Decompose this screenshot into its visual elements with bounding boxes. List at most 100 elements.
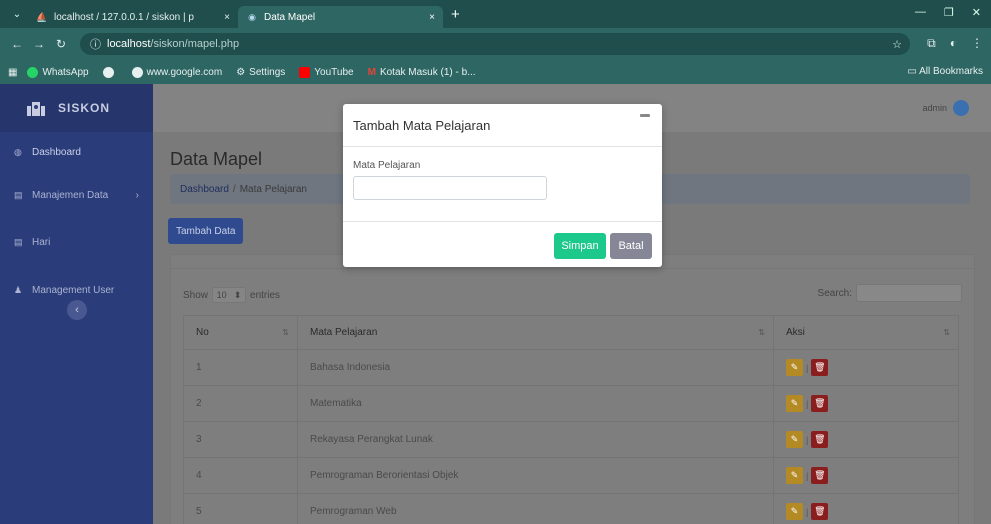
divider: |: [806, 398, 809, 409]
brand-name: SISKON: [58, 101, 111, 115]
new-tab-icon[interactable]: +: [451, 6, 460, 23]
trash-icon[interactable]: 🗑: [811, 395, 829, 412]
table-row: 4 Pemrograman Berorientasi Objek ✎ | 🗑: [183, 457, 959, 494]
whatsapp-icon: [27, 66, 39, 78]
edit-icon[interactable]: ✎: [786, 395, 803, 412]
url-host: localhost: [107, 38, 151, 50]
page-title: Data Mapel: [170, 149, 263, 169]
sidebar-item-hari[interactable]: ▤ Hari: [0, 237, 153, 248]
column-header-aksi[interactable]: Aksi ⇅: [773, 315, 959, 350]
tab-search-icon[interactable]: ⌄: [6, 4, 28, 24]
tab-close-icon[interactable]: ×: [224, 12, 230, 23]
cell-aksi: ✎ | 🗑: [773, 493, 959, 524]
sidebar-item-label: Dashboard: [32, 147, 81, 158]
cell-no: 5: [183, 493, 298, 524]
table-icon: ▤: [14, 237, 23, 247]
forward-icon[interactable]: →: [28, 37, 50, 51]
tab-close-icon[interactable]: ×: [429, 12, 435, 23]
modal-title: Tambah Mata Pelajaran: [353, 117, 491, 133]
phpmyadmin-icon: ⛵: [36, 11, 48, 22]
edit-icon[interactable]: ✎: [786, 431, 803, 448]
reload-icon[interactable]: ↻: [50, 37, 72, 51]
extensions-icon[interactable]: ⧉: [927, 36, 936, 51]
sidebar-item-label: Hari: [32, 237, 51, 248]
sort-icon: ⇅: [943, 328, 950, 337]
bookmark-google[interactable]: www.google.com: [131, 66, 222, 78]
users-icon: ♟: [14, 285, 23, 295]
sort-icon: ⇅: [758, 328, 765, 337]
breadcrumb-separator: /: [232, 183, 236, 195]
sort-icon: ⇅: [282, 328, 289, 337]
bookmark-chrome[interactable]: [102, 66, 118, 78]
menu-icon[interactable]: ⋮: [971, 36, 983, 51]
sidebar-item-label: Manajemen Data: [32, 190, 109, 201]
url-bar[interactable]: ⓘ localhost /siskon/mapel.php ☆: [80, 33, 910, 55]
search-label: Search:: [817, 287, 852, 299]
sidebar-toggle-button[interactable]: ‹: [67, 300, 87, 320]
minimize-icon[interactable]: —: [915, 6, 926, 19]
divider: |: [806, 470, 809, 481]
cell-no: 4: [183, 457, 298, 494]
bookmark-gmail[interactable]: M Kotak Masuk (1) - b...: [368, 67, 476, 78]
chevron-left-icon: ‹: [75, 304, 79, 316]
browser-tab-data-mapel[interactable]: ◉ Data Mapel ×: [238, 6, 443, 28]
browser-tab-phpmyadmin[interactable]: ⛵ localhost / 127.0.0.1 / siskon | p ×: [28, 6, 238, 28]
column-header-mapel[interactable]: Mata Pelajaran ⇅: [297, 315, 774, 350]
cell-mapel: Matematika: [297, 385, 774, 422]
sidebar-item-management-user[interactable]: ♟ Management User: [0, 285, 153, 296]
apps-icon[interactable]: ▦: [8, 67, 17, 78]
search-input[interactable]: [856, 284, 962, 302]
edit-icon[interactable]: ✎: [786, 359, 803, 376]
table-search: Search:: [818, 284, 962, 302]
edit-icon[interactable]: ✎: [786, 503, 803, 520]
folder-icon: ▭: [907, 66, 920, 77]
cell-no: 2: [183, 385, 298, 422]
site-info-icon[interactable]: ⓘ: [90, 36, 101, 52]
cell-aksi: ✎ | 🗑: [773, 457, 959, 494]
cancel-button[interactable]: Batal: [610, 233, 652, 259]
modal-header: Tambah Mata Pelajaran: [343, 104, 662, 147]
profile-icon[interactable]: ◐: [950, 36, 957, 51]
sidebar: SISKON ◍ Dashboard ▤ Manajemen Data › ▤ …: [0, 84, 153, 524]
bookmark-youtube[interactable]: YouTube: [299, 66, 354, 78]
user-name: admin: [922, 103, 947, 113]
sidebar-item-label: Management User: [32, 285, 115, 296]
sidebar-brand[interactable]: SISKON: [0, 84, 153, 132]
close-window-icon[interactable]: ✕: [972, 6, 981, 19]
restore-icon[interactable]: ❐: [944, 6, 954, 19]
sidebar-item-manajemen-data[interactable]: ▤ Manajemen Data ›: [0, 190, 153, 201]
all-bookmarks[interactable]: ▭ All Bookmarks: [907, 66, 983, 77]
cell-mapel: Rekayasa Perangkat Lunak: [297, 421, 774, 458]
entries-length-control: Show 10 ⬍ entries: [183, 287, 280, 303]
column-header-no[interactable]: No ⇅: [183, 315, 298, 350]
user-menu[interactable]: admin: [922, 100, 969, 116]
breadcrumb-home[interactable]: Dashboard: [180, 184, 229, 195]
avatar: [953, 100, 969, 116]
palette-icon: ◍: [14, 147, 22, 157]
table-row: 3 Rekayasa Perangkat Lunak ✎ | 🗑: [183, 421, 959, 458]
trash-icon[interactable]: 🗑: [811, 431, 829, 448]
table-header-row: No ⇅ Mata Pelajaran ⇅ Aksi ⇅: [183, 315, 959, 350]
address-bar-row: ← → ↻ ⓘ localhost /siskon/mapel.php ☆ ⧉ …: [0, 28, 991, 60]
sidebar-item-dashboard[interactable]: ◍ Dashboard: [0, 147, 153, 158]
save-button[interactable]: Simpan: [554, 233, 606, 259]
trash-icon[interactable]: 🗑: [811, 467, 829, 484]
breadcrumb-current: Mata Pelajaran: [239, 183, 307, 195]
trash-icon[interactable]: 🗑: [811, 359, 829, 376]
chrome-icon: [102, 66, 114, 78]
minimize-icon[interactable]: [640, 114, 650, 117]
bookmark-whatsapp[interactable]: WhatsApp: [27, 66, 89, 78]
browser-tab-bar: ⌄ ⛵ localhost / 127.0.0.1 / siskon | p ×…: [0, 0, 991, 28]
gear-icon: ⚙: [236, 66, 246, 78]
bookmark-settings[interactable]: ⚙ Settings: [236, 67, 285, 78]
mapel-name-input[interactable]: [353, 176, 547, 200]
bookmark-star-icon[interactable]: ☆: [892, 38, 902, 51]
trash-icon[interactable]: 🗑: [811, 503, 829, 520]
select-arrows-icon: ⬍: [233, 289, 242, 300]
cell-aksi: ✎ | 🗑: [773, 385, 959, 422]
entries-select[interactable]: 10 ⬍: [212, 287, 247, 303]
table-row: 1 Bahasa Indonesia ✎ | 🗑: [183, 349, 959, 386]
edit-icon[interactable]: ✎: [786, 467, 803, 484]
add-data-button[interactable]: Tambah Data: [168, 218, 244, 244]
back-icon[interactable]: ←: [6, 37, 28, 51]
